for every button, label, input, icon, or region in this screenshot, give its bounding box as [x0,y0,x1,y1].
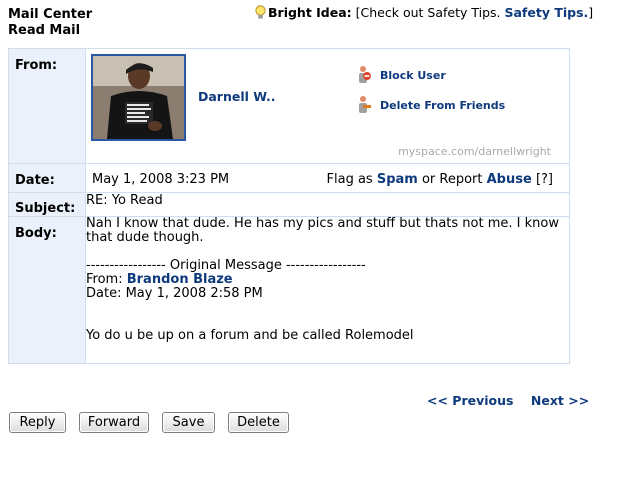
block-user-icon [356,65,372,85]
subject-label: Subject: [8,192,86,217]
delete-button[interactable]: Delete [228,412,289,433]
flag-prefix: Flag as [326,172,377,187]
read-mail-subtitle: Read Mail [8,23,81,38]
delete-friend-icon [356,95,372,115]
flag-report-bar: Flag as Spam or Report Abuse [?] [327,172,553,187]
message-table: From: Darnell W.. Block User Delete From… [8,48,570,364]
original-date-line: Date: May 1, 2008 2:58 PM [86,286,263,301]
original-from-label: From: [86,272,127,287]
flag-help-link[interactable]: [?] [532,172,553,187]
safety-tips-link[interactable]: Safety Tips. [504,5,588,20]
page-title: Mail Center Read Mail [8,7,92,39]
bright-idea-label: Bright Idea: [268,5,352,20]
message-body: Nah I know that dude. He has my pics and… [85,216,570,364]
reply-text-line1: Nah I know that dude. He has my pics and… [86,216,559,231]
sender-name-link[interactable]: Darnell W.. [198,89,276,104]
block-user-link[interactable]: Block User [380,69,446,82]
sender-panel: Darnell W.. Block User Delete From Frien… [86,49,569,161]
previous-link[interactable]: << Previous [427,393,513,408]
next-link[interactable]: Next >> [531,393,589,408]
message-subject: RE: Yo Read [85,192,570,217]
date-label: Date: [8,163,86,193]
original-sender-link[interactable]: Brandon Blaze [127,272,233,287]
message-date: May 1, 2008 3:23 PM [92,172,230,187]
bright-idea-text: [Check out Safety Tips. [355,5,505,20]
reply-text-line2: that dude though. [86,230,204,245]
original-from-line: From: Brandon Blaze [86,273,569,287]
save-button[interactable]: Save [162,412,215,433]
report-abuse-link[interactable]: Abuse [487,172,532,187]
original-message-text: Yo do u be up on a forum and be called R… [86,328,414,343]
delete-friend-link[interactable]: Delete From Friends [380,99,505,112]
date-row: May 1, 2008 3:23 PM Flag as Spam or Repo… [86,164,569,192]
sender-avatar[interactable] [91,54,186,141]
original-message-separator: ----------------- Original Message -----… [86,258,366,273]
flag-mid: or Report [417,172,487,187]
message-pager: << Previous Next >> [427,393,589,408]
from-label: From: [8,48,86,164]
sender-profile-url: myspace.com/darnellwright [398,145,551,158]
delete-friend-action[interactable]: Delete From Friends [359,96,505,113]
lightbulb-icon [255,5,266,23]
mail-center-title: Mail Center [8,7,93,22]
flag-spam-link[interactable]: Spam [377,172,418,187]
reply-button[interactable]: Reply [9,412,66,433]
bright-idea-bar: Bright Idea: [Check out Safety Tips. Saf… [255,5,593,23]
bright-idea-close-bracket: ] [588,5,594,20]
forward-button[interactable]: Forward [79,412,149,433]
body-label: Body: [8,216,86,364]
block-user-action[interactable]: Block User [359,66,446,83]
